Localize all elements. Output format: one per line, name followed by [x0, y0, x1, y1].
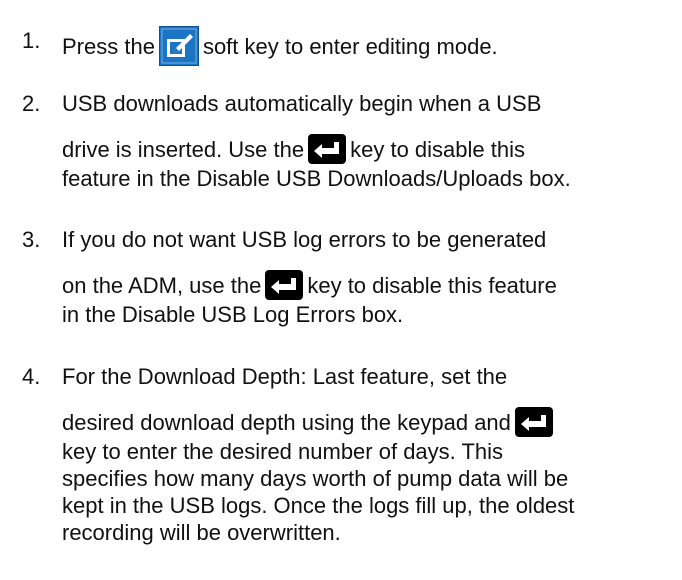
- step-line: drive is inserted. Use the key to disabl…: [62, 134, 525, 166]
- step-text: Press the: [62, 33, 155, 59]
- step-line: Press the soft key to enter editing mode…: [62, 26, 498, 68]
- step-text: soft key to enter editing mode.: [202, 33, 498, 59]
- step-text: desired download depth using the keypad …: [62, 409, 511, 435]
- step-text: key to disable this: [350, 136, 525, 162]
- step-number: 1.: [22, 28, 41, 53]
- step-text: on the ADM, use the: [62, 272, 262, 298]
- step-line: recording will be overwritten.: [62, 520, 341, 545]
- step-line: in the Disable USB Log Errors box.: [62, 302, 404, 327]
- step-line: If you do not want USB log errors to be …: [62, 227, 547, 252]
- step-line: feature in the Disable USB Downloads/Upl…: [62, 166, 571, 191]
- step-line: USB downloads automatically begin when a…: [62, 91, 542, 116]
- step-line: For the Download Depth: Last feature, se…: [62, 364, 508, 389]
- enter-key-icon: [265, 270, 304, 300]
- enter-key-icon: [514, 407, 553, 437]
- step-text: drive is inserted. Use the: [62, 136, 305, 162]
- step-line: on the ADM, use the key to disable this …: [62, 270, 557, 302]
- step-line: desired download depth using the keypad …: [62, 407, 557, 439]
- step-line: specifies how many days worth of pump da…: [62, 466, 569, 491]
- step-number: 2.: [22, 91, 41, 116]
- enter-key-icon: [308, 134, 347, 164]
- step-text: key to disable this feature: [307, 272, 557, 298]
- step-line: key to enter the desired number of days.…: [62, 439, 504, 464]
- step-number: 3.: [22, 227, 41, 252]
- step-number: 4.: [22, 364, 41, 389]
- step-line: kept in the USB logs. Once the logs fill…: [62, 493, 575, 518]
- edit-soft-key-icon: [158, 26, 199, 66]
